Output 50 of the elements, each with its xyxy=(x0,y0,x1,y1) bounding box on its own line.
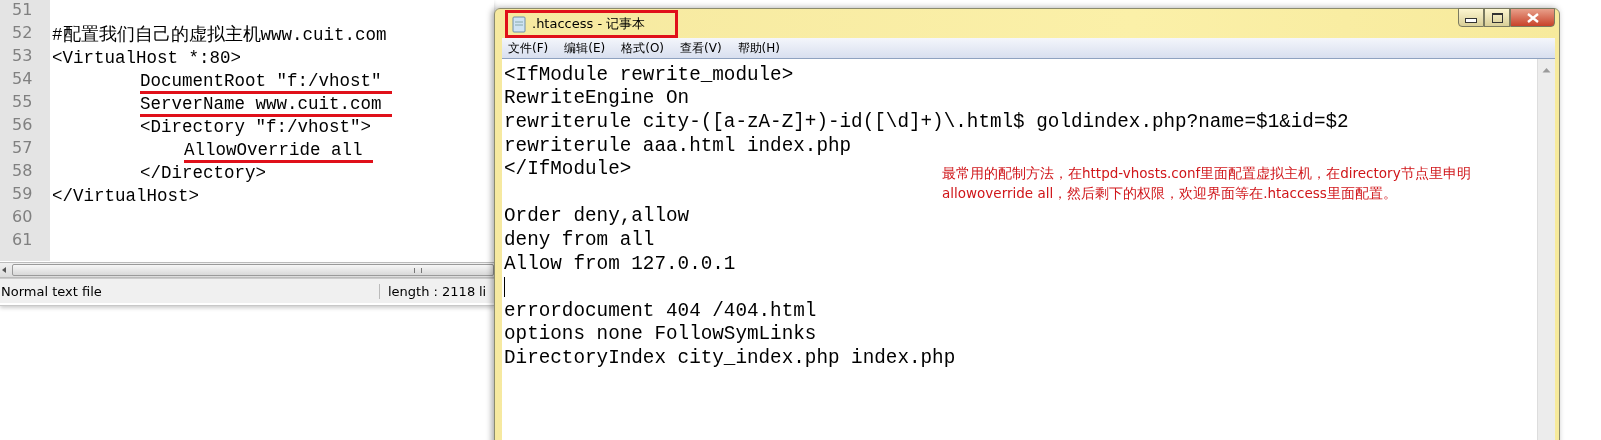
line-number: 51 xyxy=(11,0,34,21)
window-title: .htaccess - 记事本 xyxy=(532,14,646,33)
maximize-icon xyxy=(1491,12,1503,23)
notepad-icon xyxy=(512,14,526,33)
code-line: AllowOverride all xyxy=(184,140,373,163)
text-line: <IfModule rewrite_module> xyxy=(504,63,794,86)
minimize-button[interactable] xyxy=(1458,8,1484,27)
line-number: 58 xyxy=(11,161,34,182)
line-number: 61 xyxy=(11,230,34,251)
line-number: 60 xyxy=(11,207,34,228)
line-number: 54 xyxy=(11,69,34,90)
menu-item[interactable]: 编辑(E) xyxy=(564,39,606,57)
code-line: DocumentRoot "f:/vhost" xyxy=(140,71,392,94)
text-line: Order deny,allow xyxy=(504,205,690,228)
menu-item[interactable]: 格式(O) xyxy=(621,39,665,57)
text-line: Allow from 127.0.0.1 xyxy=(504,252,736,275)
menu-item[interactable]: 帮助(H) xyxy=(737,39,780,57)
text-line: rewriterule city-([a-zA-Z]+)-id([\d]+)\.html$ goldindex.php?name=$1&id=$2 xyxy=(504,111,1349,133)
text-line: RewriteEngine On xyxy=(504,87,690,110)
minimize-icon xyxy=(1465,18,1477,23)
menu-item[interactable]: 查看(V) xyxy=(680,39,722,57)
code-line: #配置我们自己的虚拟主机www.cuit.com xyxy=(52,25,387,45)
line-number: 53 xyxy=(11,46,34,67)
menu-item[interactable]: 文件(F) xyxy=(508,39,549,57)
status-text: li xyxy=(478,283,487,299)
file-length: length : 2118 xyxy=(379,283,475,299)
close-button[interactable] xyxy=(1510,8,1555,27)
text-line: options none FollowSymLinks xyxy=(504,323,817,346)
text-line: deny from all xyxy=(504,228,655,251)
code-line: </VirtualHost> xyxy=(52,186,200,206)
text-line: rewriterule aaa.html index.php xyxy=(504,134,852,157)
text-line: </IfModule> xyxy=(504,158,632,181)
code-line: <Directory "f:/vhost"> xyxy=(140,117,372,137)
line-number: 59 xyxy=(11,184,34,205)
line-number: 55 xyxy=(11,92,34,113)
vertical-scrollbar[interactable] xyxy=(1537,59,1555,440)
line-number: 56 xyxy=(11,115,34,136)
horizontal-scrollbar[interactable] xyxy=(0,262,494,278)
close-icon xyxy=(1526,12,1539,23)
text-line: errordocument 404 /404.html xyxy=(504,299,817,322)
line-number: 52 xyxy=(11,23,34,44)
code-line: </Directory> xyxy=(140,163,267,183)
annotation-text: allowoverride all，然后剩下的权限，欢迎界面等在.htaccess里面配置。 xyxy=(942,184,1398,203)
code-line: <VirtualHost *:80> xyxy=(52,48,242,68)
line-number: 57 xyxy=(11,138,34,159)
maximize-button[interactable] xyxy=(1484,8,1510,27)
annotation-text: 最常用的配制方法，在httpd-vhosts.conf里面配置虚拟主机，在directory节点里申明 xyxy=(942,164,1471,183)
text-line: DirectoryIndex city_index.php index.php xyxy=(504,346,956,369)
code-line: ServerName www.cuit.com xyxy=(140,94,392,117)
file-type: Normal text file xyxy=(0,283,103,299)
